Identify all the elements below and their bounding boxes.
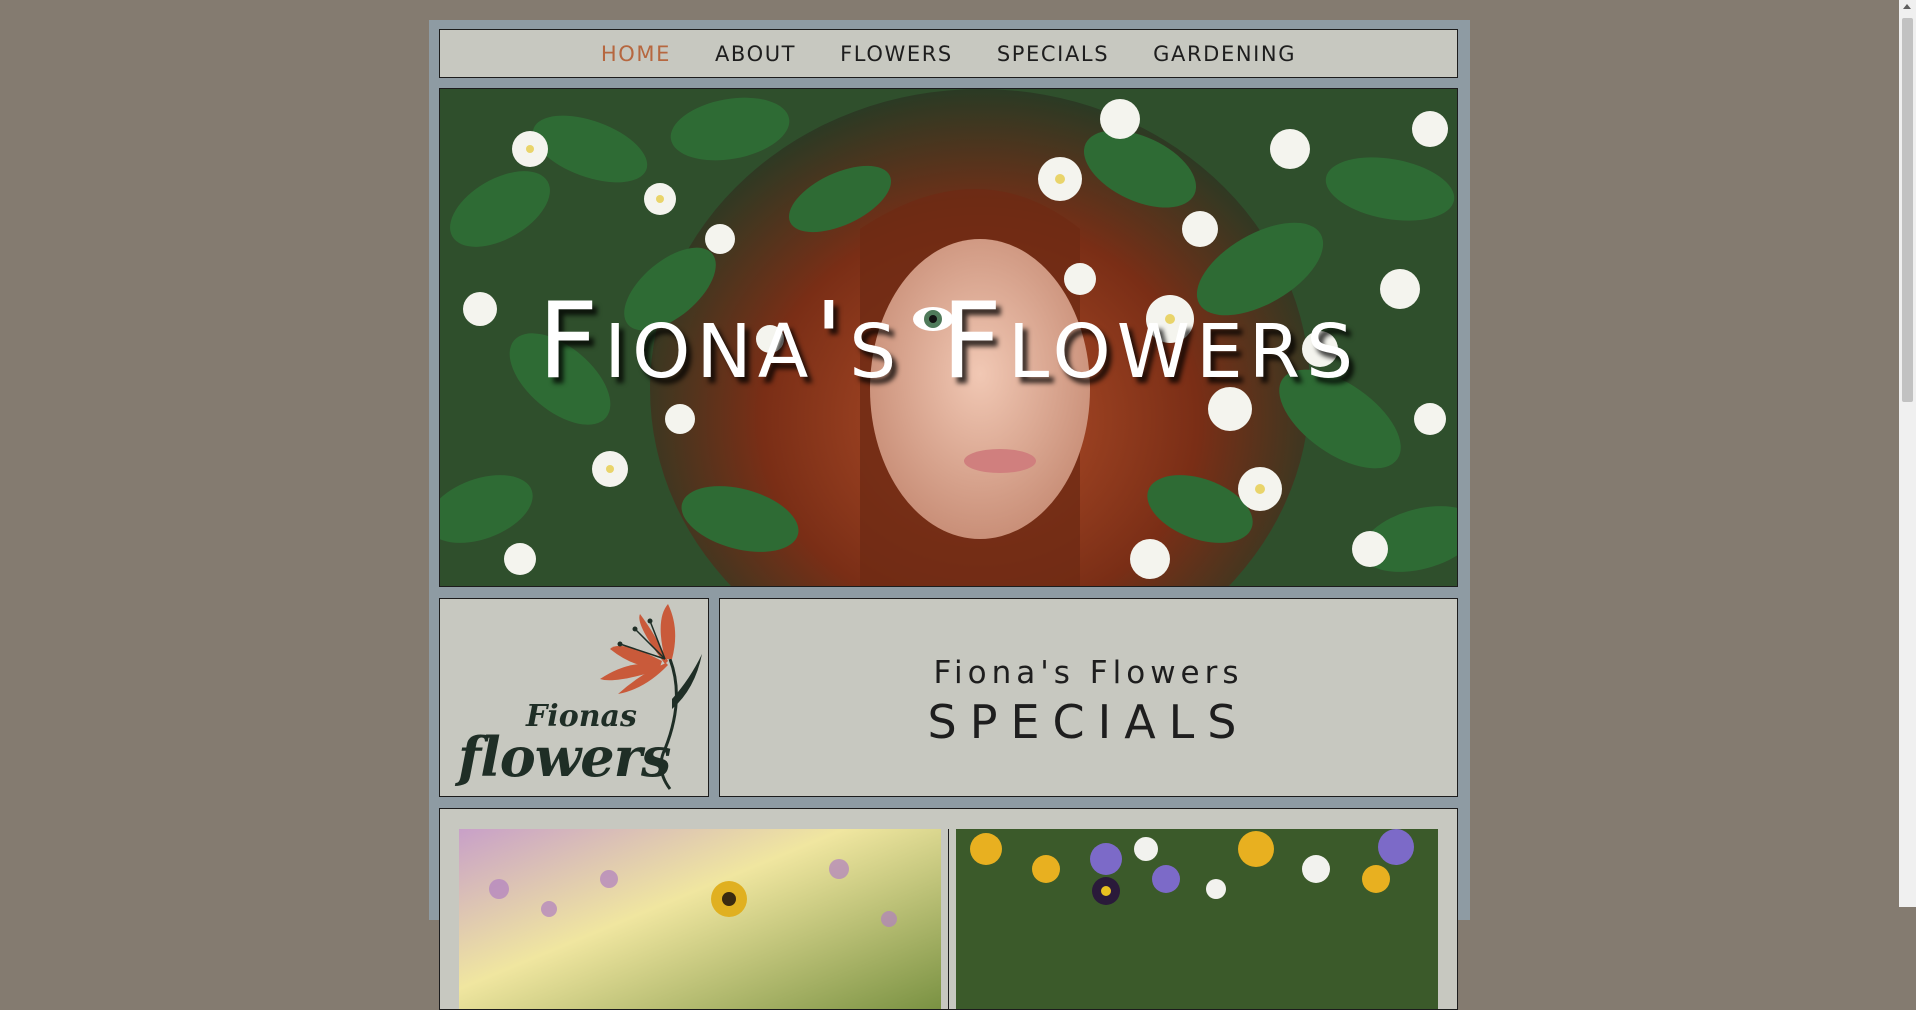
scroll-up-icon[interactable] <box>1903 4 1911 9</box>
gallery-divider <box>948 829 949 1009</box>
nav-gardening[interactable]: GARDENING <box>1131 42 1318 66</box>
page-container: HOME ABOUT FLOWERS SPECIALS GARDENING Fi… <box>429 20 1470 1010</box>
main-nav: HOME ABOUT FLOWERS SPECIALS GARDENING <box>439 29 1458 78</box>
logo[interactable]: Fionas flowers <box>439 598 709 797</box>
specials-subtitle: Fiona's Flowers <box>933 655 1244 691</box>
spring-flowers-image[interactable] <box>956 829 1438 1010</box>
nav-home[interactable]: HOME <box>579 42 693 66</box>
scrollbar-thumb[interactable] <box>1902 18 1913 402</box>
page-scrollbar[interactable] <box>1899 0 1916 907</box>
nav-specials[interactable]: SPECIALS <box>975 42 1131 66</box>
logo-text-line2: flowers <box>458 725 671 789</box>
gallery-section <box>439 808 1458 1010</box>
wildflower-meadow-image[interactable] <box>459 829 941 1010</box>
nav-about[interactable]: ABOUT <box>693 42 818 66</box>
specials-banner: Fiona's Flowers SPECIALS <box>719 598 1458 797</box>
specials-title: SPECIALS <box>927 695 1250 749</box>
hero-banner: Fiona's Flowers <box>439 88 1458 587</box>
hero-title: Fiona's Flowers <box>537 280 1360 402</box>
nav-flowers[interactable]: FLOWERS <box>818 42 975 66</box>
